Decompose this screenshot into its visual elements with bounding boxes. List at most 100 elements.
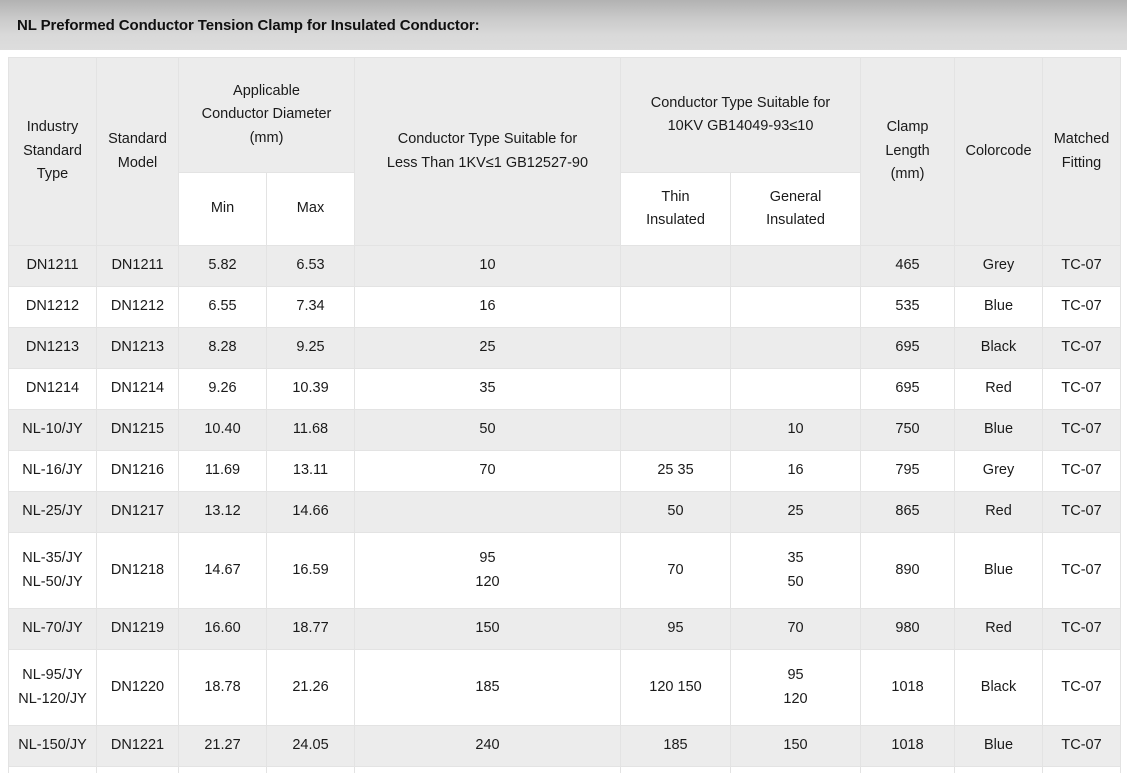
cell-matched-fitting-value: TC-07 <box>1061 620 1102 637</box>
cell-clamp-length: 750 <box>860 409 956 451</box>
cell-matched-fitting: TC-07 <box>1042 286 1122 328</box>
cell-general-insulated-value: 70 <box>787 620 804 637</box>
cell-thin-insulated <box>620 368 731 410</box>
cell-diameter-min-value: 14.67 <box>204 561 241 578</box>
cell-matched-fitting: TC-07 <box>1042 532 1122 609</box>
cell-diameter-min-value: 21.27 <box>204 737 241 754</box>
cell-diameter-max-value: 18.77 <box>292 620 329 637</box>
cell-matched-fitting-value: TC-07 <box>1061 503 1102 520</box>
cell-diameter-max-value: 21.26 <box>292 678 329 695</box>
cell-diameter-max-value: 6.53 <box>296 257 325 274</box>
cell-colorcode-value: Grey <box>982 462 1015 479</box>
lt-1kv-line1: Conductor Type Suitable for <box>397 131 578 148</box>
cell-colorcode-value: Red <box>985 380 1012 397</box>
cell-diameter-max-value: 7.34 <box>296 298 325 315</box>
cell-thin-insulated: 185 <box>620 725 731 767</box>
cell-industry-standard-type: NL-70/JY <box>8 608 97 650</box>
cell-diameter-max-value: 16.59 <box>292 561 329 578</box>
cell-diameter-min: 11.69 <box>178 450 267 492</box>
cell-colorcode-value: Red <box>985 620 1012 637</box>
cell-general-insulated: 16 <box>729 450 862 492</box>
table-row: DN1212 DN1212 6.55 7.34 16 535 Blue TC-07 <box>8 286 1122 328</box>
cell-general-insulated-value: 25 <box>787 503 804 520</box>
cell-industry-standard-type: NL-16/JY <box>8 450 97 492</box>
cell-diameter-min: 21.27 <box>178 725 267 767</box>
page-root: NL Preformed Conductor Tension Clamp for… <box>0 0 1127 773</box>
cell-matched-fitting-value: TC-07 <box>1061 678 1102 695</box>
cell-general-insulated: 70 <box>729 608 862 650</box>
cell-industry-standard-type-value: NL-16/JY <box>22 462 83 479</box>
cell-general-insulated-line2: 120 <box>783 690 808 707</box>
cell-clamp-length-value: 1018 <box>891 737 924 754</box>
table-row: DN1211 DN1211 5.82 6.53 10 465 Grey TC-07 <box>8 245 1122 287</box>
table-row: NL-185/JYNL-240/JYDN122224.0627.20 240 30… <box>8 766 1122 773</box>
cell-diameter-max-value: 11.68 <box>292 421 329 438</box>
col-header-diameter-max: Max <box>266 172 355 246</box>
cell-general-insulated: 10 <box>729 409 862 451</box>
cell-diameter-max: 21.26 <box>266 649 355 726</box>
cell-less-than-1kv: 95 120 <box>354 532 621 609</box>
cell-diameter-min-value: 9.26 <box>208 380 237 397</box>
cell-less-than-1kv-line2: 120 <box>475 573 500 590</box>
cell-diameter-max-value: 24.05 <box>292 737 329 754</box>
cell-general-insulated <box>729 245 862 287</box>
cell-less-than-1kv-value: 25 <box>479 339 496 356</box>
col-header-applicable-conductor-diameter: Applicable Conductor Diameter (mm) <box>178 57 355 173</box>
cell-clamp-length: 890 <box>860 532 956 609</box>
cell-standard-model: DN1215 <box>96 409 179 451</box>
cell-diameter-max: 18.77 <box>266 608 355 650</box>
cell-industry-standard-type-value: DN1211 <box>26 257 79 274</box>
cell-industry-standard-type-value: DN1212 <box>25 298 80 315</box>
cell-clamp-length: 535 <box>860 286 956 328</box>
cell-matched-fitting: TC-07 <box>1042 409 1122 451</box>
cell-less-than-1kv: 25 <box>354 327 621 369</box>
cell-matched-fitting-value: TC-07 <box>1061 339 1102 356</box>
cell-diameter-min-value: 11.69 <box>204 462 241 479</box>
cell-diameter-max: 7.34 <box>266 286 355 328</box>
cell-matched-fitting: TC-07 <box>1042 450 1122 492</box>
cell-matched-fitting: TC-07 <box>1042 725 1122 767</box>
cell-diameter-min: 18.78 <box>178 649 267 726</box>
table-row: NL-16/JY DN1216 11.69 13.11 70 25 35 16 795 Grey… <box>8 450 1122 492</box>
cell-colorcode: Blue <box>954 532 1044 609</box>
cell-matched-fitting-value: TC-07 <box>1061 561 1102 578</box>
table-row: NL-25/JY DN1217 13.12 14.66 50 25 865 Red TC-07 <box>8 491 1122 533</box>
cell-colorcode: Black <box>954 649 1044 726</box>
cell-colorcode: Blue <box>954 409 1044 451</box>
cell-general-insulated: 150 <box>729 725 862 767</box>
cell-standard-model: DN1211 <box>96 245 179 287</box>
header-row-top: Industry Standard Type Standard Model Ap… <box>8 57 1122 246</box>
cell-diameter-min: 13.12 <box>178 491 267 533</box>
cell-thin-insulated <box>620 409 731 451</box>
cell-standard-model: DN1221 <box>96 725 179 767</box>
cell-clamp-length-value: 695 <box>895 380 920 397</box>
cell-standard-model-value: DN1220 <box>110 678 165 695</box>
cell-industry-standard-type-value: DN1214 <box>25 380 80 397</box>
cell-industry-standard-type: DN1213 <box>8 327 97 369</box>
cell-less-than-1kv: 150 <box>354 608 621 650</box>
cell-clamp-length-value: 1018 <box>891 678 924 695</box>
cell-colorcode: Grey <box>954 245 1044 287</box>
cell-colorcode-value: Black <box>980 339 1017 356</box>
col-header-clamp-length: Clamp Length (mm) <box>860 57 956 246</box>
cell-industry-standard-type: DN1212 <box>8 286 97 328</box>
col-header-colorcode: Colorcode <box>954 57 1044 246</box>
cell-standard-model: DN1212 <box>96 286 179 328</box>
cell-colorcode: Blue <box>954 286 1044 328</box>
cell-colorcode-value: Blue <box>984 298 1014 315</box>
matched-fitting-line2: Fitting <box>1061 154 1102 171</box>
cell-less-than-1kv-value: 10 <box>479 257 496 274</box>
cell-diameter-min: 24.06 <box>178 766 267 773</box>
cell-industry-standard-type-value: DN1213 <box>25 339 80 356</box>
cell-industry-standard-type: DN1214 <box>8 368 97 410</box>
cell-thin-insulated: 70 <box>620 532 731 609</box>
cell-standard-model: DN1218 <box>96 532 179 609</box>
spec-table-wrapper: Industry Standard Type Standard Model Ap… <box>8 57 1122 773</box>
cell-clamp-length: 1018 <box>860 649 956 726</box>
cell-colorcode-value: Grey <box>982 257 1015 274</box>
cell-general-insulated-line1: 35 <box>787 550 804 567</box>
cell-standard-model-value: DN1217 <box>110 503 165 520</box>
cell-diameter-max: 14.66 <box>266 491 355 533</box>
applicable-diameter-line2: Conductor Diameter <box>201 106 332 123</box>
cell-matched-fitting-value: TC-07 <box>1061 421 1102 438</box>
